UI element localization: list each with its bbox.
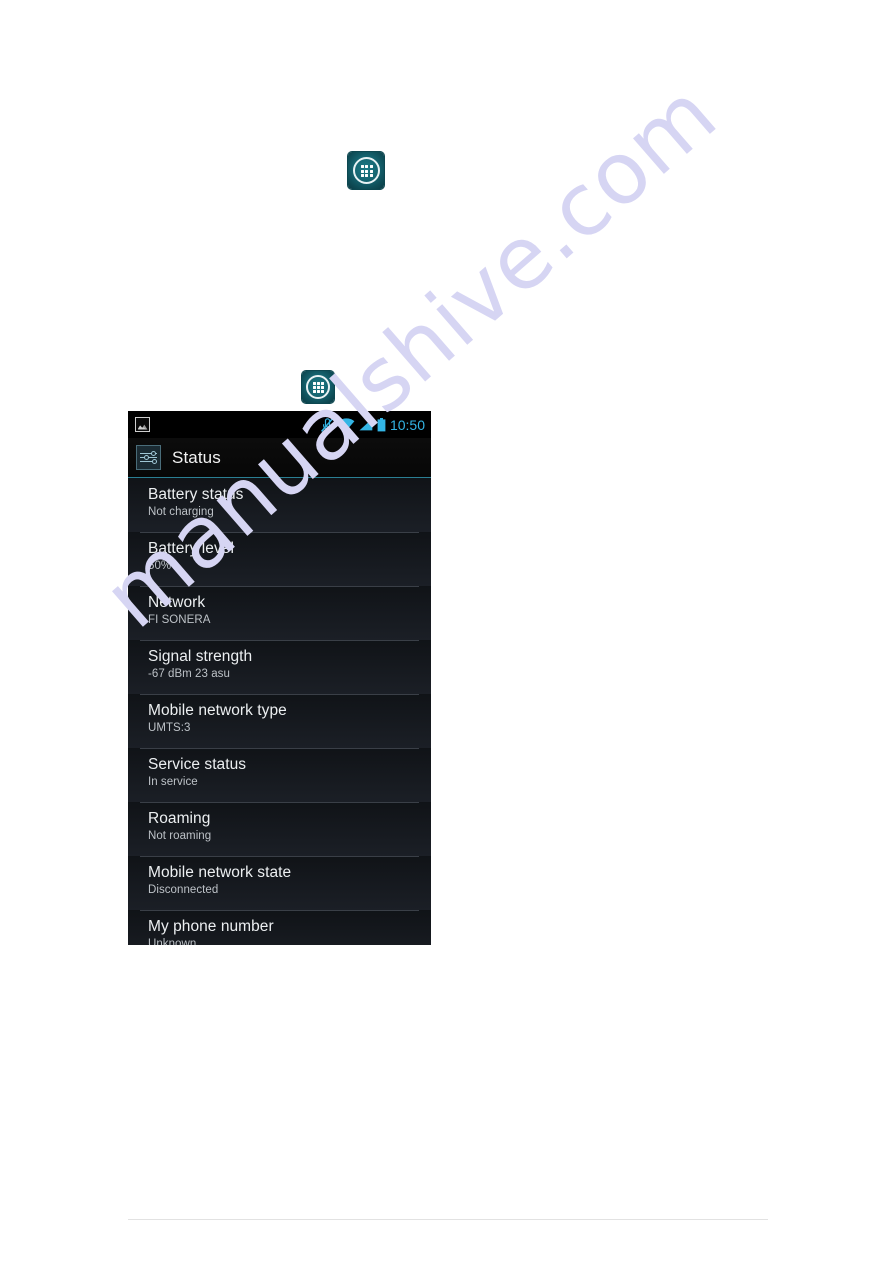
cellular-signal-icon <box>359 418 373 431</box>
list-item-label: Network <box>148 594 206 611</box>
phone-screenshot: 10:50 Status Battery status Not charging… <box>128 411 431 945</box>
list-item[interactable]: Signal strength -67 dBm 23 asu <box>128 640 431 694</box>
action-bar: Status <box>128 438 431 478</box>
list-item-value: FI SONERA <box>148 614 211 626</box>
settings-sliders-icon <box>136 445 161 470</box>
apps-grid-icon <box>352 157 380 184</box>
list-item[interactable]: Roaming Not roaming <box>128 802 431 856</box>
footer-divider <box>128 1219 768 1220</box>
wifi-icon <box>338 418 355 431</box>
page-title: Status <box>172 447 221 467</box>
list-item-label: Mobile network type <box>148 702 287 719</box>
screenshot-image-icon <box>135 417 150 432</box>
list-item-label: Battery level <box>148 540 234 557</box>
list-item-value: Not charging <box>148 506 214 518</box>
list-item[interactable]: Mobile network state Disconnected <box>128 856 431 910</box>
list-item[interactable]: Network FI SONERA <box>128 586 431 640</box>
status-bar-clock: 10:50 <box>389 416 425 433</box>
all-apps-drawer-icon[interactable] <box>348 152 384 189</box>
list-item-value: UMTS:3 <box>148 722 191 734</box>
status-bar-system-icons: 10:50 <box>320 416 425 433</box>
battery-icon <box>377 417 386 432</box>
all-apps-drawer-icon[interactable] <box>302 371 334 403</box>
list-item-value: Disconnected <box>148 884 219 896</box>
status-bar: 10:50 <box>128 411 431 438</box>
list-item-label: Mobile network state <box>148 864 292 881</box>
list-item-label: My phone number <box>148 918 274 935</box>
vibrate-muted-icon <box>320 417 334 432</box>
status-list[interactable]: Battery status Not charging Battery leve… <box>128 478 431 945</box>
list-item-value: 50% <box>148 560 172 572</box>
list-item-value: Not roaming <box>148 830 212 842</box>
list-item-label: Service status <box>148 756 247 773</box>
list-item-value: Unknown <box>148 938 197 945</box>
status-bar-notifications <box>135 417 150 432</box>
list-item-value: -67 dBm 23 asu <box>148 668 230 680</box>
list-item-value: In service <box>148 776 198 788</box>
list-item-label: Roaming <box>148 810 211 827</box>
document-page: 10:50 Status Battery status Not charging… <box>0 0 894 1265</box>
apps-grid-icon <box>306 375 330 399</box>
list-item-label: Signal strength <box>148 648 253 665</box>
list-item[interactable]: Battery level 50% <box>128 532 431 586</box>
list-item-label: Battery status <box>148 486 244 503</box>
list-item[interactable]: Mobile network type UMTS:3 <box>128 694 431 748</box>
list-item[interactable]: Battery status Not charging <box>128 478 431 532</box>
list-item[interactable]: Service status In service <box>128 748 431 802</box>
list-item[interactable]: My phone number Unknown <box>128 910 431 945</box>
